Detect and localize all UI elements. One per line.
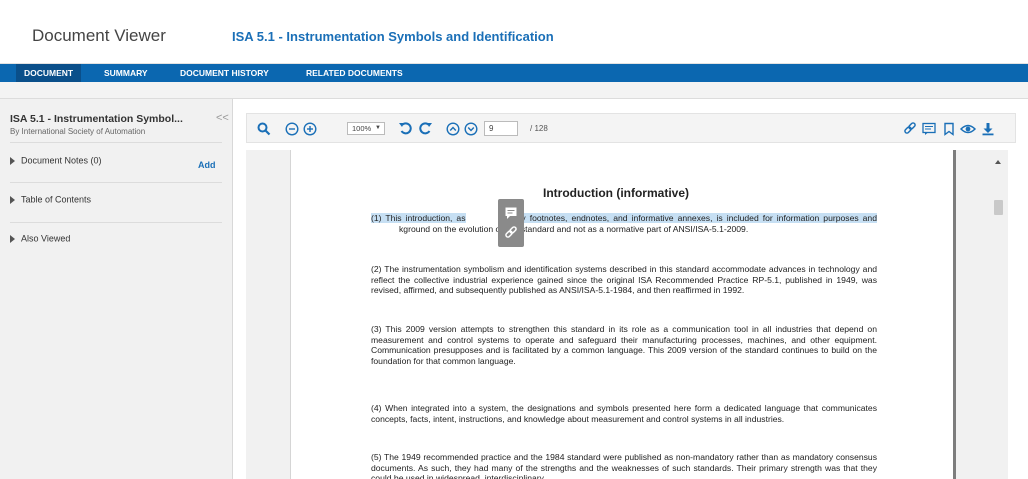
- divider: [10, 142, 222, 143]
- add-note-button[interactable]: Add: [198, 160, 216, 170]
- tab-document[interactable]: DOCUMENT: [16, 64, 82, 82]
- search-icon[interactable]: [257, 122, 271, 136]
- chevron-down-icon: ▼: [375, 125, 381, 131]
- divider: [10, 222, 222, 223]
- vertical-scrollbar[interactable]: [990, 150, 1008, 479]
- zoom-out-icon[interactable]: [285, 122, 299, 136]
- zoom-select[interactable]: 100% ▼: [347, 122, 385, 135]
- tab-bar: DOCUMENT SUMMARY DOCUMENT HISTORY RELATE…: [0, 64, 1028, 82]
- zoom-value: 100%: [352, 124, 372, 133]
- page-number-input[interactable]: 9: [484, 121, 518, 136]
- zoom-in-icon[interactable]: [303, 122, 317, 136]
- sidebar-item-document-notes[interactable]: Document Notes (0): [10, 155, 222, 175]
- link-icon[interactable]: [903, 122, 917, 136]
- rotate-left-icon[interactable]: [398, 121, 413, 136]
- app-header: Document Viewer ISA 5.1 - Instrumentatio…: [0, 0, 1028, 64]
- sidebar-item-label: Also Viewed: [21, 233, 71, 244]
- paragraph-4: (4) When integrated into a system, the d…: [371, 403, 877, 424]
- paragraph-5: (5) The 1949 recommended practice and th…: [371, 452, 877, 479]
- paragraph-2: (2) The instrumentation symbolism and id…: [371, 264, 877, 295]
- viewer-toolbar: 100% ▼ 9 / 128: [246, 113, 1016, 143]
- page-heading: Introduction (informative): [543, 186, 689, 200]
- sidebar-item-also-viewed[interactable]: Also Viewed: [10, 233, 222, 253]
- paragraph-text: kground on the evolution of this standar…: [399, 223, 749, 234]
- view-icon[interactable]: [960, 122, 976, 136]
- sub-header-bar: [0, 82, 1028, 99]
- page-down-icon[interactable]: [464, 122, 478, 136]
- document-title: ISA 5.1 - Instrumentation Symbols and Id…: [232, 29, 554, 44]
- bookmark-icon[interactable]: [942, 122, 956, 136]
- app-title: Document Viewer: [32, 26, 166, 45]
- tab-related-documents[interactable]: RELATED DOCUMENTS: [306, 64, 403, 82]
- tab-document-history[interactable]: DOCUMENT HISTORY: [180, 64, 269, 82]
- download-icon[interactable]: [981, 122, 995, 136]
- sidebar-doc-title: ISA 5.1 - Instrumentation Symbol...: [10, 113, 183, 125]
- sidebar-doc-author: By International Society of Automation: [10, 127, 146, 136]
- copy-link-icon[interactable]: [504, 226, 518, 240]
- selected-text[interactable]: s any footnotes, endnotes, and informati…: [503, 213, 877, 223]
- expand-arrow-icon: [10, 195, 15, 204]
- divider: [10, 182, 222, 183]
- page-total: / 128: [530, 124, 548, 133]
- expand-arrow-icon: [10, 234, 15, 243]
- paragraph-3: (3) This 2009 version attempts to streng…: [371, 324, 877, 366]
- page-up-icon[interactable]: [446, 122, 460, 136]
- selection-popup: [498, 199, 524, 247]
- sidebar: ISA 5.1 - Instrumentation Symbol... By I…: [0, 99, 233, 479]
- paragraph-1[interactable]: (1) This introduction, as s any footnotes…: [371, 213, 877, 234]
- tab-summary[interactable]: SUMMARY: [104, 64, 148, 82]
- document-page: Introduction (informative) (1) This intr…: [290, 150, 956, 479]
- selected-text[interactable]: (1) This introduction, as: [371, 213, 466, 223]
- document-viewer[interactable]: Introduction (informative) (1) This intr…: [246, 150, 1008, 479]
- sidebar-item-table-of-contents[interactable]: Table of Contents: [10, 194, 222, 214]
- expand-arrow-icon: [10, 156, 15, 165]
- comment-icon[interactable]: [922, 122, 936, 136]
- add-comment-icon[interactable]: [504, 206, 518, 220]
- sidebar-item-label: Document Notes (0): [21, 155, 102, 166]
- collapse-sidebar-button[interactable]: <<: [216, 112, 229, 124]
- scroll-thumb[interactable]: [994, 200, 1003, 215]
- scroll-up-arrow-icon[interactable]: [995, 160, 1001, 164]
- rotate-right-icon[interactable]: [418, 121, 433, 136]
- sidebar-item-label: Table of Contents: [21, 194, 92, 205]
